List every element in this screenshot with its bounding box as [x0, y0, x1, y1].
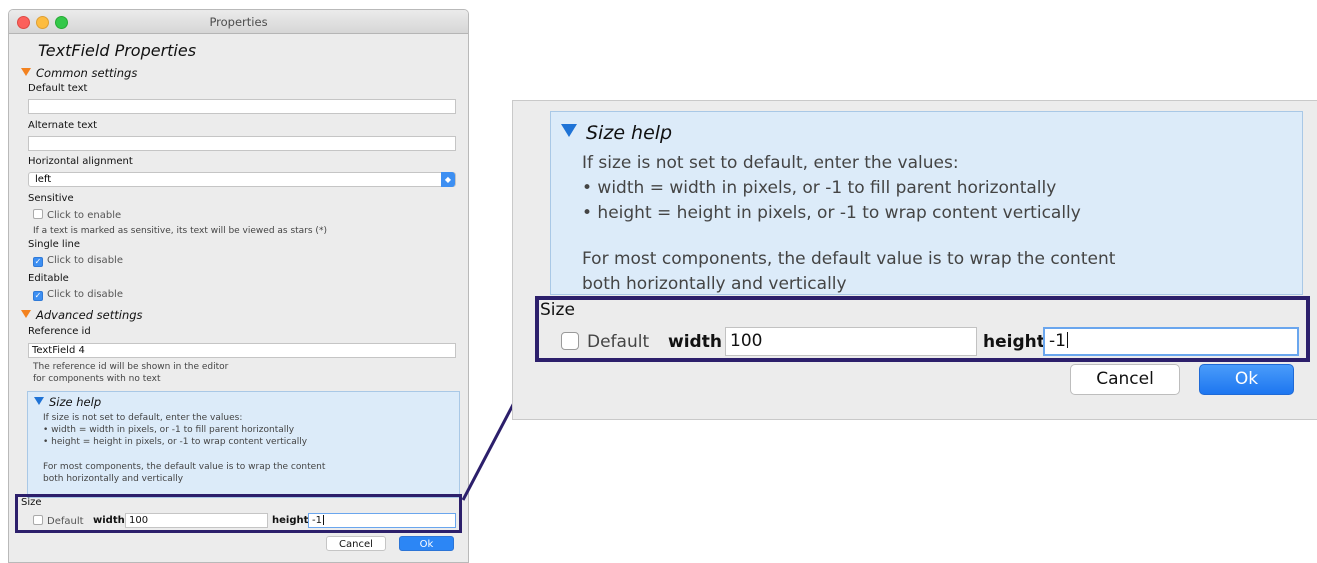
sensitive-checkbox-label: Click to enable — [47, 210, 122, 221]
advanced-settings-label: Advanced settings — [36, 308, 143, 322]
zoom-cancel-button[interactable]: Cancel — [1070, 364, 1180, 395]
common-settings-section[interactable]: Common settings — [21, 66, 137, 80]
editable-label: Editable — [28, 273, 69, 284]
advanced-settings-section[interactable]: Advanced settings — [21, 308, 143, 322]
zoom-size-help-line: If size is not set to default, enter the… — [582, 153, 959, 173]
size-help-line: If size is not set to default, enter the… — [43, 413, 243, 423]
editable-checkbox-label: Click to disable — [47, 289, 123, 300]
horizontal-alignment-value: left — [35, 174, 52, 185]
highlight-frame-left — [15, 494, 462, 533]
disclosure-triangle-icon — [21, 68, 31, 76]
window-title: Properties — [209, 15, 268, 29]
disclosure-triangle-icon — [34, 397, 44, 405]
sensitive-hint: If a text is marked as sensitive, its te… — [33, 226, 327, 236]
alternate-text-field[interactable] — [28, 136, 456, 151]
size-help-line: For most components, the default value i… — [43, 462, 326, 472]
single-line-checkbox-label: Click to disable — [47, 255, 123, 266]
zoom-size-help-line: • width = width in pixels, or -1 to fill… — [582, 178, 1057, 198]
size-help-line: • width = width in pixels, or -1 to fill… — [43, 425, 295, 435]
size-help-header[interactable]: Size help — [34, 395, 101, 409]
default-text-field[interactable] — [28, 99, 456, 114]
highlight-frame-zoom — [535, 296, 1310, 362]
zoom-size-help-line: • height = height in pixels, or -1 to wr… — [582, 203, 1081, 223]
alternate-text-label: Alternate text — [28, 120, 98, 131]
zoom-size-help-line: both horizontally and vertically — [582, 274, 847, 294]
horizontal-alignment-select[interactable]: left ◆ — [28, 172, 456, 187]
reference-hint-1: The reference id will be shown in the ed… — [33, 362, 229, 372]
editable-checkbox[interactable]: ✓ — [33, 291, 43, 301]
reference-hint-2: for components with no text — [33, 374, 161, 384]
select-arrows-icon: ◆ — [441, 172, 455, 187]
disclosure-triangle-icon — [21, 310, 31, 318]
reference-id-field[interactable]: TextField 4 — [28, 343, 456, 358]
single-line-checkbox[interactable]: ✓ — [33, 257, 43, 267]
horizontal-alignment-label: Horizontal alignment — [28, 156, 133, 167]
title-bar: Properties — [9, 10, 468, 34]
sensitive-label: Sensitive — [28, 193, 74, 204]
ok-button[interactable]: Ok — [399, 536, 454, 551]
size-help-title: Size help — [49, 395, 102, 409]
zoom-ok-button[interactable]: Ok — [1199, 364, 1294, 395]
disclosure-triangle-icon — [561, 124, 577, 137]
default-text-label: Default text — [28, 83, 88, 94]
zoom-size-help-title: Size help — [586, 122, 673, 144]
size-help-panel: Size help If size is not set to default,… — [27, 391, 460, 498]
properties-window: Properties TextField Properties Common s… — [8, 9, 469, 563]
sensitive-checkbox-row[interactable]: Click to enable — [33, 209, 121, 221]
editable-checkbox-row[interactable]: ✓ Click to disable — [33, 289, 123, 301]
sensitive-checkbox[interactable] — [33, 209, 43, 219]
zoom-size-help-line: For most components, the default value i… — [582, 249, 1116, 269]
single-line-label: Single line — [28, 239, 80, 250]
reference-id-label: Reference id — [28, 326, 91, 337]
zoom-size-help-header[interactable]: Size help — [561, 122, 672, 144]
zoom-panel: Size help If size is not set to default,… — [512, 100, 1317, 420]
page-title: TextField Properties — [38, 41, 197, 60]
zoom-size-help-panel: Size help If size is not set to default,… — [550, 111, 1303, 295]
single-line-checkbox-row[interactable]: ✓ Click to disable — [33, 255, 123, 267]
size-help-line: both horizontally and vertically — [43, 474, 184, 484]
cancel-button[interactable]: Cancel — [326, 536, 386, 551]
common-settings-label: Common settings — [36, 66, 138, 80]
size-help-line: • height = height in pixels, or -1 to wr… — [43, 437, 308, 447]
